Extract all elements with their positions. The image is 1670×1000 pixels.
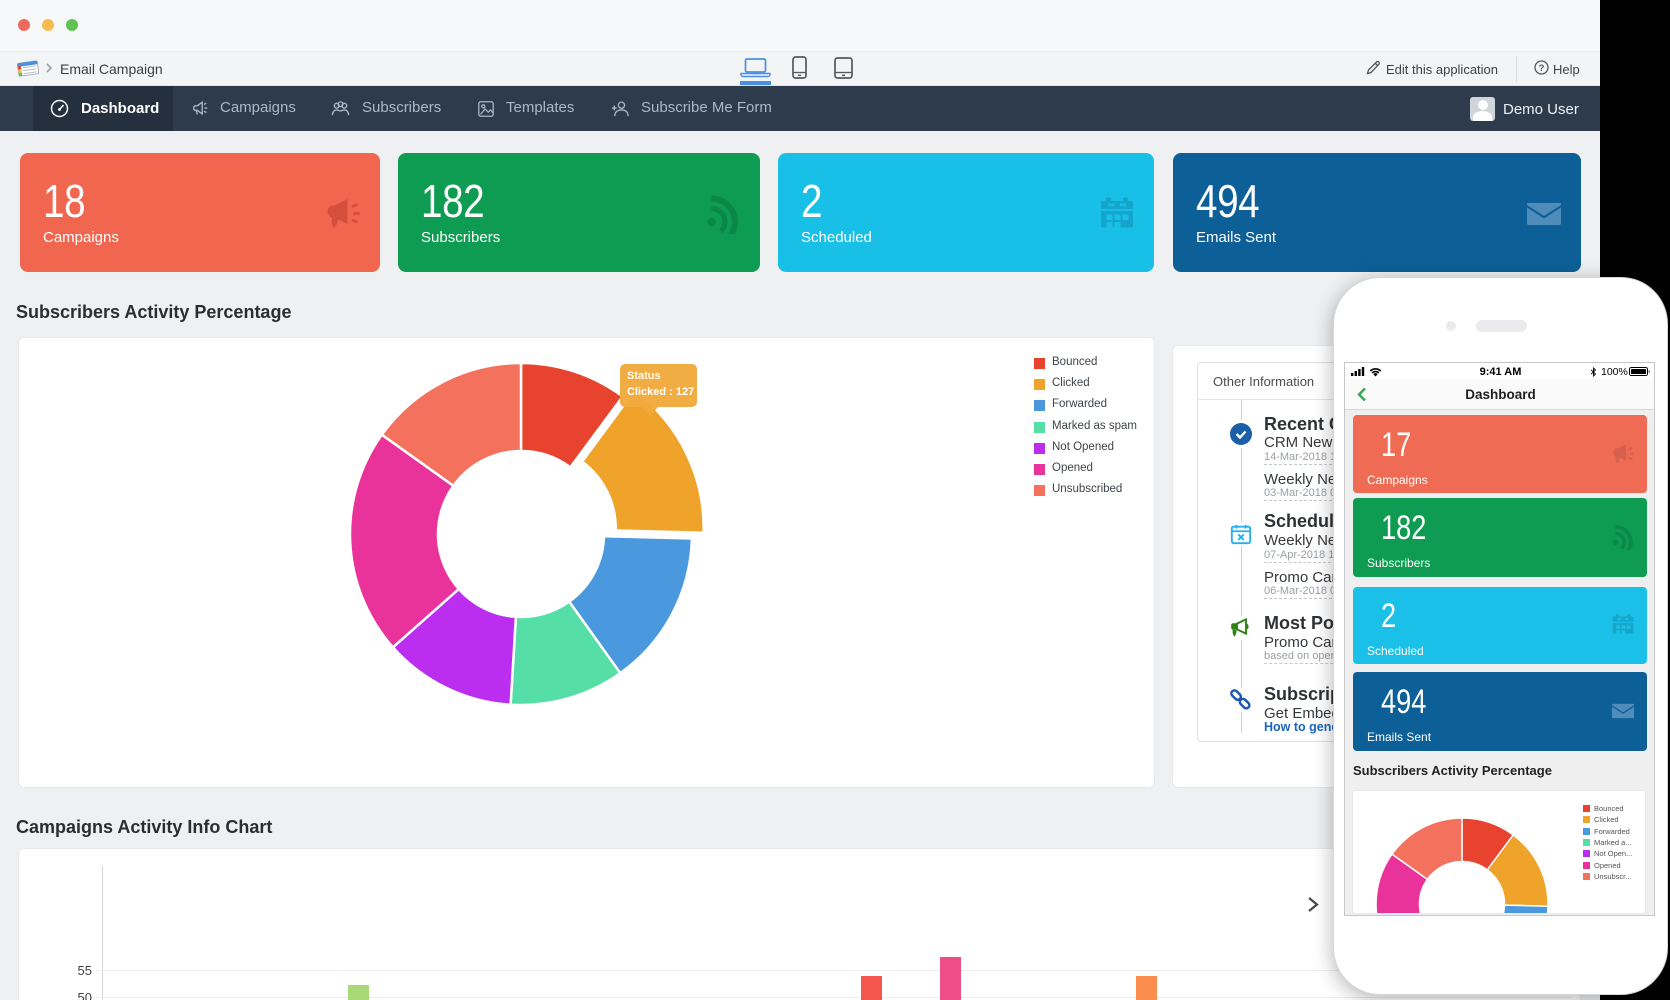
svg-text:?: ? bbox=[1539, 63, 1545, 74]
